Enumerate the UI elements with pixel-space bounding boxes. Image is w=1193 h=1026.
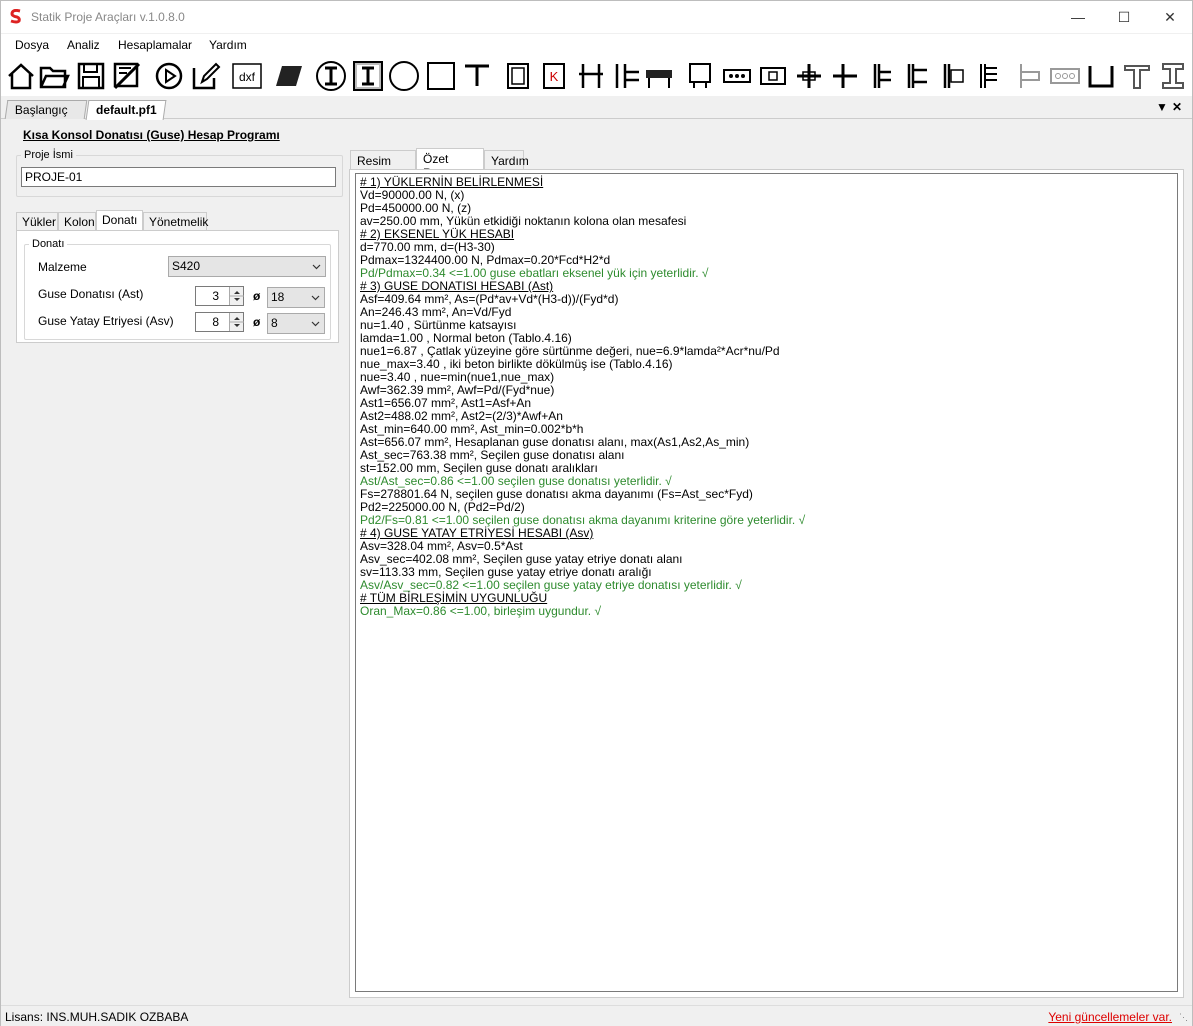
tab-resim-wpf[interactable]: Resim WPF <box>350 150 416 182</box>
diameter-symbol: ø <box>253 315 261 329</box>
asv-diameter-value: 8 <box>271 316 278 330</box>
connection2-icon[interactable] <box>829 60 861 92</box>
square-section-icon[interactable] <box>425 60 457 92</box>
chevron-down-icon <box>311 321 320 327</box>
project-label: Proje İsmi <box>21 149 76 161</box>
report-heading: # 1) YÜKLERNİN BELİRLENMESİ <box>360 175 544 189</box>
asv-count-value: 8 <box>212 315 219 329</box>
svg-text:K: K <box>550 69 559 84</box>
connection4-icon[interactable] <box>901 60 933 92</box>
column-footing-icon[interactable] <box>757 60 789 92</box>
title-bar: Statik Proje Araçları v.1.0.8.0 — ☐ ✕ <box>1 1 1192 33</box>
frame-icon[interactable] <box>575 60 607 92</box>
play-icon[interactable] <box>153 60 185 92</box>
connection3-icon[interactable] <box>865 60 897 92</box>
tab-dropdown-icon[interactable]: ▼ <box>1156 100 1168 114</box>
close-button[interactable]: ✕ <box>1147 1 1193 33</box>
license-text: Lisans: INS.MUH.SADIK OZBABA <box>5 1010 189 1024</box>
menu-dosya[interactable]: Dosya <box>15 38 49 52</box>
tab-donati[interactable]: Donatı <box>96 210 143 231</box>
bracket-icon[interactable] <box>1013 60 1045 92</box>
malzeme-select[interactable]: S420 <box>168 256 326 277</box>
asv-count-stepper[interactable]: 8 <box>195 312 244 332</box>
menu-analiz[interactable]: Analiz <box>67 38 100 52</box>
bolt-row-icon[interactable] <box>1049 60 1081 92</box>
tab-kolon[interactable]: Kolon <box>58 212 96 231</box>
i-beam-circle-icon[interactable] <box>315 60 347 92</box>
asv-diameter-select[interactable]: 8 <box>267 313 325 334</box>
home-icon[interactable] <box>5 60 37 92</box>
menu-yardim[interactable]: Yardım <box>209 38 247 52</box>
slab-icon[interactable] <box>274 60 306 92</box>
toolbar: dxf K <box>1 56 1192 96</box>
pile-cap-icon[interactable] <box>684 60 716 92</box>
malzeme-label: Malzeme <box>38 260 87 274</box>
report-textbox[interactable]: # 1) YÜKLERNİN BELİRLENMESİ Vd=90000.00 N… <box>355 173 1178 992</box>
ast-count-stepper[interactable]: 3 <box>195 286 244 306</box>
project-name-input[interactable]: PROJE-01 <box>21 167 336 187</box>
edit-icon[interactable] <box>190 60 222 92</box>
beam-icon[interactable] <box>643 60 675 92</box>
document-tab-strip: Başlangıç default.pf1 ▼ ✕ <box>1 97 1192 120</box>
chevron-down-icon <box>312 264 321 270</box>
menu-bar: Dosya Analiz Hesaplamalar Yardım <box>1 34 1192 56</box>
tab-yukler[interactable]: Yükler <box>16 212 58 231</box>
t-shape-icon[interactable] <box>1121 60 1153 92</box>
report-line: Vd=90000.00 N, (x) <box>360 188 465 202</box>
page-title: Kısa Konsol Donatısı (Guse) Hesap Progra… <box>23 128 280 142</box>
u-section-icon[interactable] <box>1085 60 1117 92</box>
save-icon[interactable] <box>75 60 107 92</box>
t-section-icon[interactable] <box>461 60 493 92</box>
i-shape-icon[interactable] <box>1157 60 1189 92</box>
beam-column-icon[interactable] <box>611 60 643 92</box>
footing-icon[interactable] <box>721 60 753 92</box>
window-title: Statik Proje Araçları v.1.0.8.0 <box>31 10 185 24</box>
diameter-symbol: ø <box>253 289 261 303</box>
status-bar: Lisans: INS.MUH.SADIK OZBABA Yeni güncel… <box>1 1005 1192 1026</box>
spin-buttons-icon[interactable] <box>229 287 244 305</box>
column-k-icon[interactable]: K <box>538 60 570 92</box>
connection5-icon[interactable] <box>937 60 969 92</box>
connection6-icon[interactable] <box>973 60 1005 92</box>
tab-close-icon[interactable]: ✕ <box>1172 100 1182 114</box>
dxf-icon[interactable]: dxf <box>231 60 263 92</box>
connection-icon[interactable] <box>793 60 825 92</box>
report-line: Oran_Max=0.86 <=1.00, birleşim uygundur.… <box>360 604 602 618</box>
tab-baslangic[interactable]: Başlangıç <box>4 100 88 119</box>
tab-yardim[interactable]: Yardım <box>484 150 529 170</box>
ast-count-value: 3 <box>212 289 219 303</box>
menu-hesaplamalar[interactable]: Hesaplamalar <box>118 38 192 52</box>
ast-diameter-value: 18 <box>271 290 285 304</box>
circle-section-icon[interactable] <box>388 60 420 92</box>
donati-group-label: Donatı <box>29 238 68 250</box>
chevron-down-icon <box>311 295 320 301</box>
ast-diameter-select[interactable]: 18 <box>267 287 325 308</box>
update-link[interactable]: Yeni güncellemeler var. <box>1048 1010 1172 1024</box>
grid-save-icon[interactable] <box>111 60 143 92</box>
tab-ozet-rapor[interactable]: Özet Rapor <box>416 148 484 180</box>
resize-grip-icon[interactable]: ⋱ <box>1179 1012 1188 1023</box>
minimize-button[interactable]: — <box>1055 1 1101 33</box>
main-window: Statik Proje Araçları v.1.0.8.0 — ☐ ✕ Do… <box>0 0 1193 1026</box>
asv-label: Guse Yatay Etriyesi (Asv) <box>38 314 174 328</box>
spin-buttons-icon[interactable] <box>229 313 244 331</box>
svg-text:dxf: dxf <box>239 70 256 84</box>
tab-default-pf1[interactable]: default.pf1 <box>85 100 167 120</box>
app-logo-icon <box>10 9 21 24</box>
malzeme-value: S420 <box>172 259 201 273</box>
tab-yonetmelik[interactable]: Yönetmelik <box>143 212 208 231</box>
column-icon[interactable] <box>502 60 534 92</box>
open-folder-icon[interactable] <box>38 60 70 92</box>
maximize-button[interactable]: ☐ <box>1101 1 1147 33</box>
i-beam-square-icon[interactable] <box>352 60 384 92</box>
ast-label: Guse Donatısı (Ast) <box>38 287 144 301</box>
